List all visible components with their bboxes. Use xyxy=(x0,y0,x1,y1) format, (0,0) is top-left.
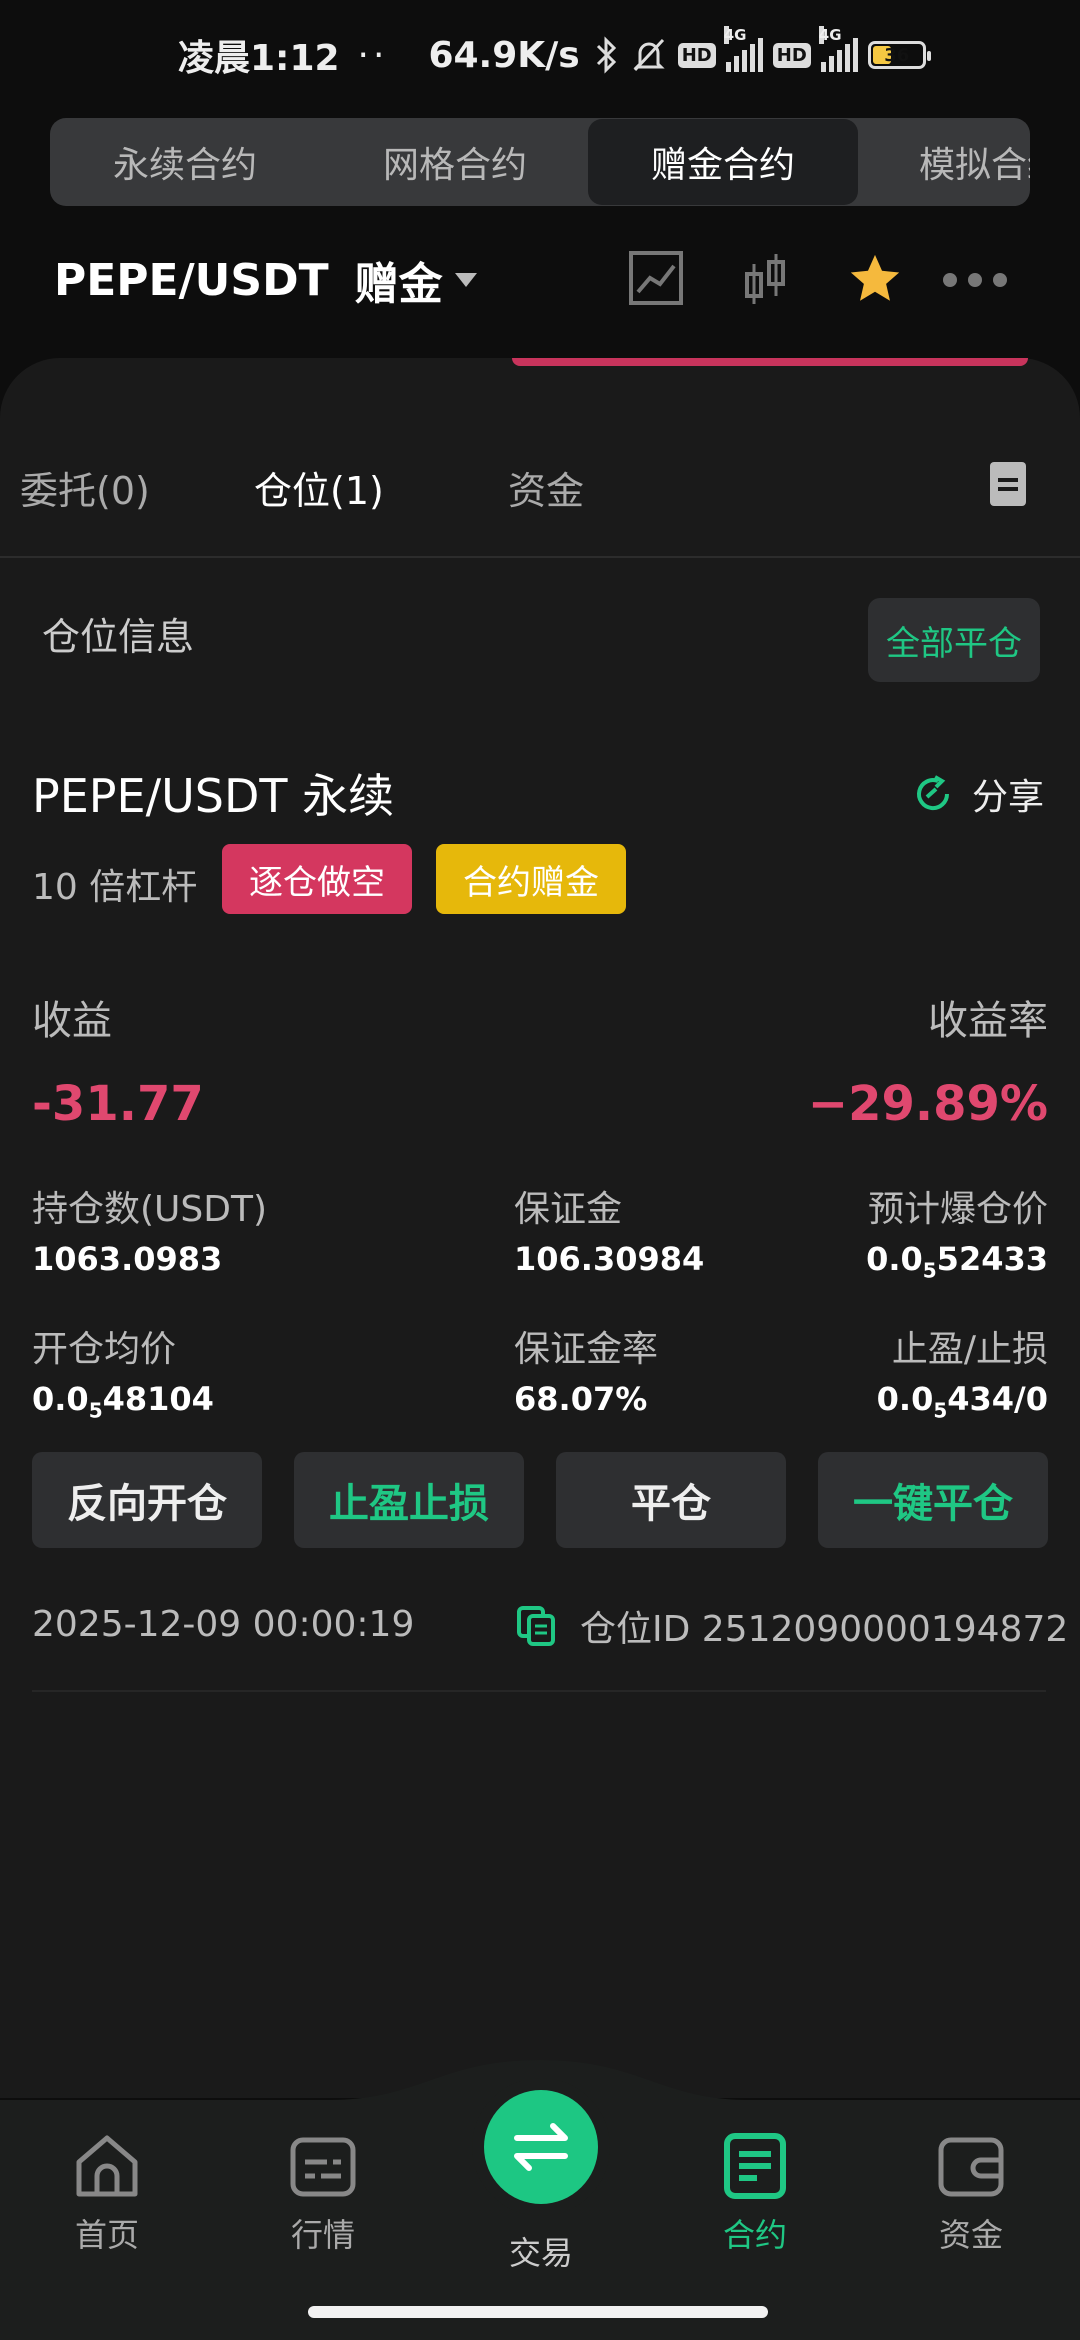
nav-home[interactable]: 首页 xyxy=(32,2130,182,2256)
tab-grid[interactable]: 网格合约 xyxy=(320,118,590,206)
status-icons: HD 4G HD 4G 36 xyxy=(594,26,931,74)
tpsl-value: 0.05434/0 xyxy=(876,1380,1048,1423)
trade-button[interactable] xyxy=(484,2090,598,2204)
home-indicator[interactable] xyxy=(308,2306,768,2318)
tpsl-button[interactable]: 止盈止损 xyxy=(294,1452,524,1548)
pair-selector[interactable]: PEPE/USDT 赠金 xyxy=(54,248,477,312)
bell-muted-icon xyxy=(633,38,665,72)
tpsl-label: 止盈/止损 xyxy=(891,1329,1048,1370)
leverage-label: 10 倍杠杆 xyxy=(32,867,198,908)
caret-down-icon xyxy=(454,273,477,287)
entry-price-value: 0.0548104 xyxy=(32,1380,214,1423)
contract-bonus-tag: 合约赠金 xyxy=(436,844,626,914)
share-label: 分享 xyxy=(972,777,1045,818)
battery-level: 36 xyxy=(884,44,910,66)
roe-value: −29.89% xyxy=(807,1076,1048,1132)
divider xyxy=(32,1690,1046,1692)
network-type-2: 4G xyxy=(818,26,842,44)
share-button[interactable]: 分享 xyxy=(914,768,1044,820)
status-time: 凌晨1:12 xyxy=(178,38,340,79)
one-click-close-button[interactable]: 一键平仓 xyxy=(818,1452,1048,1548)
divider xyxy=(0,556,1080,558)
margin-ratio-value: 68.07% xyxy=(514,1380,648,1418)
nav-assets-label: 资金 xyxy=(938,2216,1003,2254)
tab-orders[interactable]: 委托(0) xyxy=(20,460,150,515)
size-value: 1063.0983 xyxy=(32,1240,223,1278)
signal-icon-2: 4G xyxy=(818,26,858,72)
nav-contract[interactable]: 合约 xyxy=(680,2130,830,2256)
tab-perpetual[interactable]: 永续合约 xyxy=(50,118,320,206)
position-id: 仓位ID 2512090000194872 xyxy=(580,1609,1069,1650)
copy-icon xyxy=(517,1606,555,1646)
nav-contract-label: 合约 xyxy=(722,2216,787,2254)
accent-line xyxy=(512,358,1028,366)
candlestick-icon[interactable] xyxy=(742,250,788,310)
hd-badge-2: HD xyxy=(772,42,811,68)
tab-positions[interactable]: 仓位(1) xyxy=(254,460,384,515)
status-dots: ·· xyxy=(357,34,389,76)
bluetooth-icon xyxy=(596,36,616,74)
pnl-label: 收益 xyxy=(32,998,112,1044)
bonus-label: 赠金 xyxy=(354,259,443,310)
tab-bonus-contract[interactable]: 赠金合约 xyxy=(588,119,858,205)
margin-value: 106.30984 xyxy=(514,1240,705,1278)
position-tabs: 委托(0) 仓位(1) 资金 xyxy=(0,460,1080,560)
tab-simulated[interactable]: 模拟合约 xyxy=(856,118,1030,206)
position-id-row[interactable]: 仓位ID 2512090000194872 xyxy=(516,1600,1068,1652)
close-position-button[interactable]: 平仓 xyxy=(556,1452,786,1548)
nav-assets[interactable]: 资金 xyxy=(896,2130,1046,2256)
list-icon[interactable] xyxy=(990,462,1026,506)
close-all-button[interactable]: 全部平仓 xyxy=(868,598,1040,682)
position-title: PEPE/USDT 永续 xyxy=(32,769,395,823)
nav-market[interactable]: 行情 xyxy=(248,2130,398,2256)
pnl-value: -31.77 xyxy=(32,1076,204,1132)
more-icon[interactable] xyxy=(940,270,1010,290)
network-type: 4G xyxy=(723,26,747,44)
market-icon xyxy=(290,2137,356,2197)
nav-trade-label[interactable]: 交易 xyxy=(466,2228,616,2274)
network-speed: 64.9K/s xyxy=(428,34,580,76)
status-bar: 凌晨1:12 ·· 64.9K/s HD 4G HD 4G 36 xyxy=(0,0,1080,110)
signal-icon: 4G xyxy=(723,26,763,72)
hd-badge: HD xyxy=(677,42,716,68)
home-icon xyxy=(76,2135,138,2197)
contract-icon xyxy=(724,2133,786,2199)
pair-name: PEPE/USDT xyxy=(54,254,329,306)
contract-type-tabs: 永续合约 网格合约 赠金合约 模拟合约 xyxy=(50,118,1030,206)
line-chart-icon[interactable] xyxy=(628,250,684,306)
liq-price-value: 0.0552433 xyxy=(866,1240,1048,1283)
tab-funds[interactable]: 资金 xyxy=(508,460,584,515)
isolated-short-tag: 逐仓做空 xyxy=(222,844,412,914)
size-label: 持仓数(USDT) xyxy=(32,1189,268,1230)
liq-price-label: 预计爆仓价 xyxy=(867,1189,1048,1230)
wallet-icon xyxy=(938,2137,1004,2197)
share-icon xyxy=(917,775,950,811)
margin-ratio-label: 保证金率 xyxy=(514,1329,659,1370)
battery-icon: 36 xyxy=(867,41,931,69)
section-title: 仓位信息 xyxy=(42,615,195,659)
reverse-open-button[interactable]: 反向开仓 xyxy=(32,1452,262,1548)
entry-price-label: 开仓均价 xyxy=(32,1329,177,1370)
favorite-star-icon[interactable] xyxy=(846,250,904,308)
nav-market-label: 行情 xyxy=(290,2216,355,2254)
swap-icon xyxy=(514,2123,568,2171)
open-time: 2025-12-09 00:00:19 xyxy=(32,1604,415,1645)
nav-home-label: 首页 xyxy=(74,2216,139,2254)
margin-label: 保证金 xyxy=(514,1189,623,1230)
roe-label: 收益率 xyxy=(928,998,1048,1044)
